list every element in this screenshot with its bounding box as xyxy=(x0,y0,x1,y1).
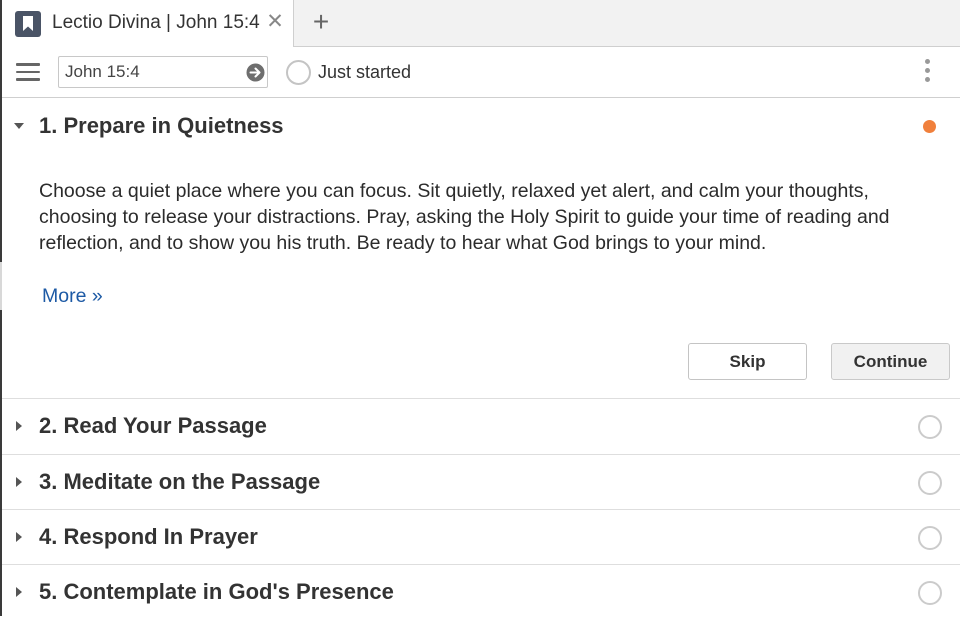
step-1-header[interactable]: 1. Prepare in Quietness xyxy=(2,99,960,154)
step-2[interactable]: 2. Read Your Passage xyxy=(2,399,960,455)
step-title: 4. Respond In Prayer xyxy=(39,524,258,549)
reference-input[interactable] xyxy=(65,60,241,84)
step-3-header[interactable]: 3. Meditate on the Passage xyxy=(2,455,960,510)
new-tab-icon[interactable]: + xyxy=(307,8,335,36)
step-title: 5. Contemplate in God's Presence xyxy=(39,579,394,604)
tab-lectio-divina[interactable]: Lectio Divina | John 15:4 ✕ xyxy=(1,0,294,47)
caret-right-icon xyxy=(16,532,22,542)
step-4-header[interactable]: 4. Respond In Prayer xyxy=(2,510,960,565)
step-title: 3. Meditate on the Passage xyxy=(39,469,321,494)
step-status-icon xyxy=(918,471,942,495)
caret-down-icon xyxy=(14,123,24,129)
step-title: 2. Read Your Passage xyxy=(39,413,267,438)
step-title: 1. Prepare in Quietness xyxy=(39,113,284,138)
caret-right-icon xyxy=(16,477,22,487)
more-link[interactable]: More » xyxy=(42,283,103,309)
reference-box xyxy=(58,56,268,88)
progress-status-icon[interactable] xyxy=(286,60,311,85)
bookmark-icon xyxy=(15,11,41,37)
skip-button[interactable]: Skip xyxy=(688,343,807,380)
step-5-header[interactable]: 5. Contemplate in God's Presence xyxy=(2,565,960,620)
window-edge-highlight xyxy=(0,262,2,310)
step-description: Choose a quiet place where you can focus… xyxy=(39,180,890,254)
close-icon[interactable]: ✕ xyxy=(264,10,286,34)
more-options-icon[interactable] xyxy=(917,59,937,87)
tab-strip: Lectio Divina | John 15:4 ✕ + xyxy=(0,0,960,47)
go-arrow-icon[interactable] xyxy=(246,63,265,82)
step-1: 1. Prepare in Quietness Choose a quiet p… xyxy=(2,99,960,399)
hamburger-menu-icon[interactable] xyxy=(16,63,40,83)
step-3[interactable]: 3. Meditate on the Passage xyxy=(2,455,960,510)
step-2-header[interactable]: 2. Read Your Passage xyxy=(2,399,960,454)
step-status-icon xyxy=(918,415,942,439)
caret-right-icon xyxy=(16,421,22,431)
toolbar: Just started xyxy=(2,47,960,98)
caret-right-icon xyxy=(16,587,22,597)
in-progress-dot-icon xyxy=(923,120,936,133)
step-5[interactable]: 5. Contemplate in God's Presence xyxy=(2,565,960,616)
status-label: Just started xyxy=(318,62,412,82)
step-status-icon xyxy=(918,526,942,550)
step-4[interactable]: 4. Respond In Prayer xyxy=(2,510,960,565)
continue-button[interactable]: Continue xyxy=(831,343,950,380)
tab-title: Lectio Divina | John 15:4 xyxy=(52,12,260,33)
step-status-icon xyxy=(918,581,942,605)
